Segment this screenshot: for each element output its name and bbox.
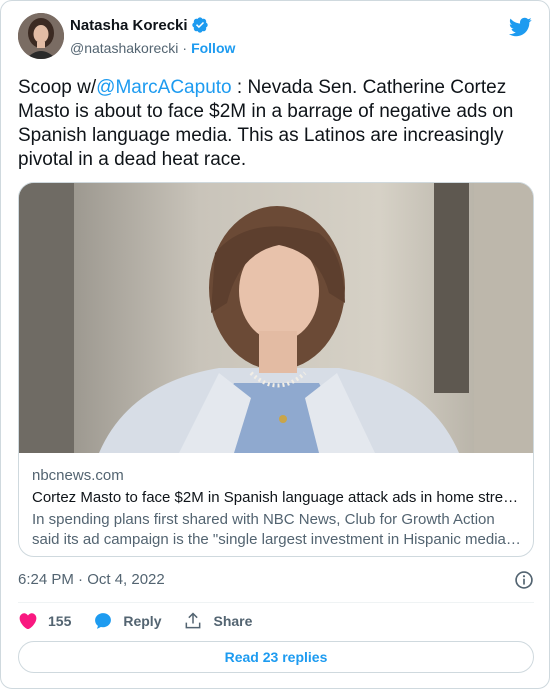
link-preview-meta: nbcnews.com Cortez Masto to face $2M in …	[32, 466, 522, 550]
share-button[interactable]: Share	[183, 609, 252, 633]
link-title: Cortez Masto to face $2M in Spanish lang…	[32, 489, 522, 506]
verified-badge-icon	[191, 16, 209, 34]
follow-button[interactable]: Follow	[191, 40, 235, 56]
heart-icon	[19, 613, 37, 630]
tweet-header: Natasha Korecki @natashakorecki · Follow	[18, 13, 534, 65]
author-name[interactable]: Natasha Korecki	[70, 17, 188, 34]
tweet-prefix: Scoop w/	[18, 77, 97, 98]
share-icon	[186, 612, 201, 629]
reply-label: Reply	[123, 613, 162, 629]
read-replies-button[interactable]: Read 23 replies	[18, 641, 534, 673]
link-preview-card[interactable]: nbcnews.com Cortez Masto to face $2M in …	[18, 182, 534, 557]
share-label: Share	[213, 613, 253, 629]
tweet-text: Scoop w/@MarcACaputo : Nevada Sen. Cathe…	[18, 76, 534, 172]
separator-dot: ·	[182, 40, 188, 56]
like-button[interactable]: 155	[18, 609, 71, 633]
timestamp-row: 6:24 PM · Oct 4, 2022	[18, 569, 534, 591]
link-description: In spending plans first shared with NBC …	[32, 511, 521, 548]
reply-button[interactable]: Reply	[93, 609, 161, 633]
mention-link[interactable]: @MarcACaputo	[96, 77, 231, 98]
article-photo	[19, 183, 533, 453]
like-count: 155	[48, 613, 72, 629]
info-icon[interactable]	[514, 570, 534, 590]
tweet-timestamp[interactable]: 6:24 PM · Oct 4, 2022	[18, 571, 165, 588]
tweet-card: Natasha Korecki @natashakorecki · Follow…	[0, 0, 550, 689]
reply-bubble-icon	[95, 613, 112, 629]
author-handle[interactable]: @natashakorecki	[70, 40, 178, 56]
avatar[interactable]	[18, 13, 64, 59]
divider	[18, 602, 534, 603]
action-bar: 155 Reply Share	[18, 609, 534, 633]
twitter-bird-icon[interactable]	[508, 15, 532, 39]
author-info: Natasha Korecki @natashakorecki · Follow	[70, 15, 235, 57]
link-domain: nbcnews.com	[32, 467, 124, 484]
